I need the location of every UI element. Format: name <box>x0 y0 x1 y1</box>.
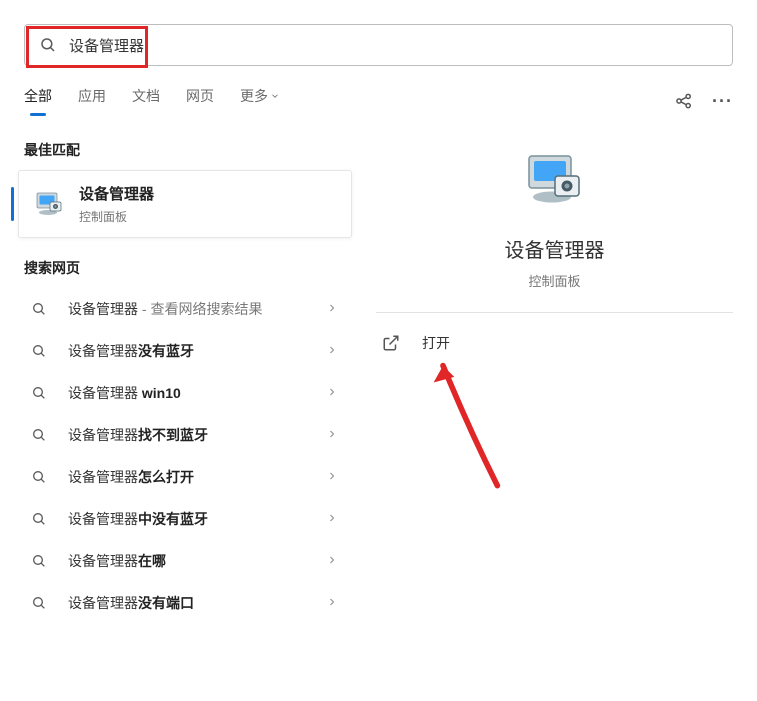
detail-right-pane: 设备管理器 控制面板 打开 <box>362 116 757 701</box>
search-bar[interactable] <box>24 24 733 66</box>
web-result-item[interactable]: 设备管理器中没有蓝牙 <box>0 498 362 540</box>
web-result-item[interactable]: 设备管理器在哪 <box>0 540 362 582</box>
detail-title: 设备管理器 <box>505 234 605 263</box>
search-icon <box>24 469 54 485</box>
search-icon <box>24 427 54 443</box>
tab-web[interactable]: 网页 <box>186 86 214 116</box>
search-icon <box>24 553 54 569</box>
device-manager-icon <box>33 188 65 220</box>
web-result-item[interactable]: 设备管理器没有蓝牙 <box>0 330 362 372</box>
chevron-right-icon <box>326 553 338 569</box>
web-results-header: 搜索网页 <box>0 246 362 288</box>
tabs-row: 全部 应用 文档 网页 更多 ··· <box>0 78 757 116</box>
tab-more-label: 更多 <box>240 86 268 106</box>
best-match-title: 设备管理器 <box>79 183 154 204</box>
search-icon <box>24 511 54 527</box>
chevron-right-icon <box>326 511 338 527</box>
tab-all[interactable]: 全部 <box>24 86 52 116</box>
chevron-right-icon <box>326 469 338 485</box>
share-icon[interactable] <box>674 91 694 111</box>
search-icon <box>39 36 57 54</box>
divider <box>376 312 733 313</box>
web-result-label: 设备管理器怎么打开 <box>54 467 326 487</box>
more-menu-icon[interactable]: ··· <box>712 91 733 112</box>
open-action[interactable]: 打开 <box>376 323 733 363</box>
device-manager-large-icon <box>523 148 587 212</box>
web-result-label: 设备管理器中没有蓝牙 <box>54 509 326 529</box>
chevron-right-icon <box>326 343 338 359</box>
web-result-label: 设备管理器找不到蓝牙 <box>54 425 326 445</box>
best-match-subtitle: 控制面板 <box>79 208 154 225</box>
web-result-label: 设备管理器 win10 <box>54 383 326 403</box>
search-icon <box>24 343 54 359</box>
chevron-right-icon <box>326 385 338 401</box>
chevron-right-icon <box>326 427 338 443</box>
web-result-item[interactable]: 设备管理器找不到蓝牙 <box>0 414 362 456</box>
web-result-label: 设备管理器没有蓝牙 <box>54 341 326 361</box>
chevron-right-icon <box>326 595 338 611</box>
web-result-item[interactable]: 设备管理器没有端口 <box>0 582 362 624</box>
tab-more[interactable]: 更多 <box>240 86 280 116</box>
best-match-item[interactable]: 设备管理器 控制面板 <box>18 170 352 238</box>
web-result-label: 设备管理器 - 查看网络搜索结果 <box>54 299 326 319</box>
search-icon <box>24 385 54 401</box>
search-icon <box>24 301 54 317</box>
chevron-right-icon <box>326 301 338 317</box>
web-result-item[interactable]: 设备管理器 - 查看网络搜索结果 <box>0 288 362 330</box>
tab-apps[interactable]: 应用 <box>78 86 106 116</box>
web-result-label: 设备管理器在哪 <box>54 551 326 571</box>
web-result-label: 设备管理器没有端口 <box>54 593 326 613</box>
web-result-item[interactable]: 设备管理器 win10 <box>0 372 362 414</box>
open-action-label: 打开 <box>422 333 450 353</box>
chevron-down-icon <box>270 91 280 101</box>
search-icon <box>24 595 54 611</box>
web-result-item[interactable]: 设备管理器怎么打开 <box>0 456 362 498</box>
open-external-icon <box>382 334 400 352</box>
tab-docs[interactable]: 文档 <box>132 86 160 116</box>
detail-subtitle: 控制面板 <box>528 271 580 290</box>
search-input[interactable] <box>67 36 718 55</box>
best-match-header: 最佳匹配 <box>0 128 362 170</box>
results-left-pane: 最佳匹配 设备管理器 控制面板 搜索网页 <box>0 116 362 701</box>
